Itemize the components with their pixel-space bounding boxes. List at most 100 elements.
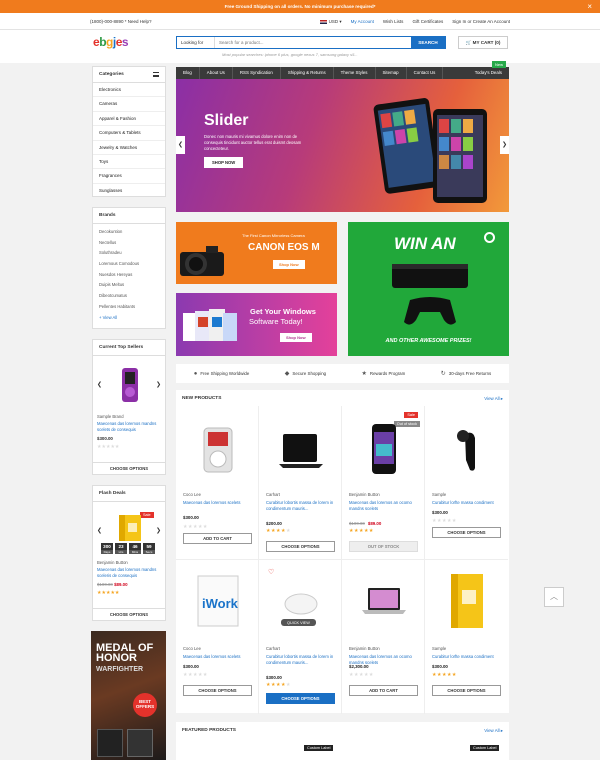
nav-item-shipping[interactable]: Shipping & Returns [281,67,334,79]
wish-lists-link[interactable]: Wish Lists [383,13,404,30]
chevron-right-icon[interactable]: ❯ [154,522,163,540]
brand-item[interactable]: Pellentes Habitants [93,302,165,313]
product-brand: Sample [432,646,447,651]
slider-shop-now-button[interactable]: SHOP NOW [204,157,244,168]
search-input[interactable] [215,37,411,48]
product-name-link[interactable]: Maecenas das loremos mandns scelets de c… [97,421,163,432]
product-name-link[interactable]: Maecenas das loremos mandns sceleris de … [97,567,163,578]
product-image-iwork-box[interactable]: iWork [186,568,249,638]
nav-item-about[interactable]: About Us [200,67,233,79]
currency-selector[interactable]: USD ▾ [319,13,342,30]
windows-banner[interactable]: Get Your Windows Software Today! Shop No… [176,293,337,356]
shipping-notice-bar: Free Ground Shipping on all orders. No m… [0,0,600,13]
product-image-software-box[interactable] [115,513,145,543]
gift-certificates-link[interactable]: Gift Certificates [412,13,443,30]
chevron-right-icon[interactable]: ❯ [500,136,509,154]
logo[interactable]: ebgjes [93,35,129,49]
nav-item-sitemap[interactable]: Sitemap [376,67,407,79]
my-account-link[interactable]: My Account [351,13,374,30]
windows-shop-now-button[interactable]: Shop Now [280,333,312,342]
category-item[interactable]: Electronics [93,83,165,98]
brands-view-all-link[interactable]: + View All [93,313,165,324]
chevron-left-icon[interactable]: ❮ [176,136,185,154]
brand-item[interactable]: Soluthradeu [93,248,165,259]
product-name-link[interactable]: Curabitur lorfte massa condiment [432,654,504,660]
camera-image [180,246,224,276]
product-image-ipod[interactable] [118,366,142,404]
promo-title: MEDAL OF HONOR [96,642,154,664]
canon-title: CANON EOS M [248,242,320,253]
xbox-banner[interactable]: WIN AN AND OTHER AWESOME PRIZES! [348,222,509,356]
choose-options-button[interactable]: CHOOSE OPTIONS [93,608,165,620]
choose-options-button[interactable]: CHOOSE OPTIONS [93,462,165,474]
windows-subtitle: Software Today! [249,317,303,326]
product-name-link[interactable]: Curabitur lobortis massa de lorem in con… [266,500,338,511]
product-name-link[interactable]: Curabitur lorfte massa condiment [432,500,504,506]
rating-stars: ★★★★★ [266,682,291,688]
rating-stars: ★★★★★ [349,672,374,678]
search-button[interactable]: SEARCH [411,37,445,48]
chevron-left-icon[interactable]: ❮ [95,522,104,540]
countdown-timer: 300 Days 23 Hrs 46 Mins 59 Secs [101,543,155,554]
choose-options-button[interactable]: CHOOSE OPTIONS [432,527,501,538]
category-item[interactable]: Apparel & Fashion [93,112,165,127]
nav-item-rss[interactable]: RSS Syndication [233,67,281,79]
product-image-laptop-case[interactable] [269,414,332,484]
back-to-top-button[interactable]: ︿ [544,587,564,607]
nav-item-contact[interactable]: Contact Us [407,67,444,79]
slider-title: Slider [204,112,249,129]
close-icon[interactable]: × [587,0,592,13]
brand-item[interactable]: Nuesdos Hereyas [93,270,165,281]
chevron-left-icon[interactable]: ❮ [95,376,104,394]
nav-item-blog[interactable]: Blog [176,67,200,79]
product-name-link[interactable]: Curabitur lobortis massa de lorem in con… [266,654,338,665]
category-item[interactable]: Computers & Tablets [93,126,165,141]
cart-button[interactable]: 🛒 MY CART (0) [458,36,508,49]
product-price: $300.00 [183,664,199,669]
category-item[interactable]: Toys [93,155,165,170]
add-to-cart-button[interactable]: ADD TO CART [349,685,418,696]
view-all-link[interactable]: View All ▸ [484,396,503,402]
quick-view-button[interactable]: QUICK VIEW [281,619,316,626]
flash-deals-title: Flash Deals [93,486,165,502]
choose-options-button[interactable]: CHOOSE OPTIONS [266,693,335,704]
product-brand: Sample [432,492,447,497]
tablet-image [373,98,487,203]
sign-in-link[interactable]: Sign In or Create An Account [452,13,510,30]
product-name-link[interactable]: Maecenas das loremos an ocomo mandns sce… [349,500,421,511]
category-item[interactable]: Cameras [93,97,165,112]
product-image-ipod-classic[interactable] [186,414,249,484]
product-name-link[interactable]: Maecenas das loremos scelets [183,654,255,660]
console-image [392,264,468,325]
view-all-link[interactable]: View All ▸ [484,728,503,734]
canon-banner[interactable]: The First Canon Mirrorless Camera CANON … [176,222,337,284]
choose-options-button[interactable]: CHOOSE OPTIONS [183,685,252,696]
canon-shop-now-button[interactable]: Shop Now [273,260,305,269]
game-promo-banner[interactable]: MEDAL OF HONOR WARFIGHTER BEST OFFERS [91,631,166,760]
brand-item[interactable]: Loremous Comodous [93,259,165,270]
nav-item-theme-styles[interactable]: Theme Styles [334,67,376,79]
product-image-macbook[interactable] [352,568,415,638]
section-title: FEATURED PRODUCTS [182,728,237,733]
brand-item[interactable]: Dibeotcumatus [93,291,165,302]
brand-item[interactable]: Nectellus [93,238,165,249]
add-to-cart-button[interactable]: ADD TO CART [183,533,252,544]
nav-item-todays-deals[interactable]: Today's Deals [468,67,509,79]
product-image-mouse[interactable] [269,568,332,638]
brand-item[interactable]: Duipis Meltus [93,280,165,291]
brand-item[interactable]: Decokuntion [93,227,165,238]
choose-options-button[interactable]: CHOOSE OPTIONS [432,685,501,696]
menu-icon[interactable] [153,72,159,77]
custom-label-badge: Custom Label [304,745,334,751]
choose-options-button[interactable]: CHOOSE OPTIONS [266,541,335,552]
product-image-headset[interactable] [435,414,498,484]
category-item[interactable]: Sunglasses [93,184,165,198]
product-card: Sample Curabitur lorfte massa condiment … [425,406,508,560]
product-image-iphone[interactable] [352,414,415,484]
rating-stars: ★★★★★ [97,444,120,450]
product-image-office-box[interactable] [435,568,498,638]
chevron-right-icon[interactable]: ❯ [154,376,163,394]
category-item[interactable]: Fragrances [93,169,165,184]
product-name-link[interactable]: Maecenas das loremos scelets [183,500,255,506]
category-item[interactable]: Jewelry & Watches [93,141,165,155]
